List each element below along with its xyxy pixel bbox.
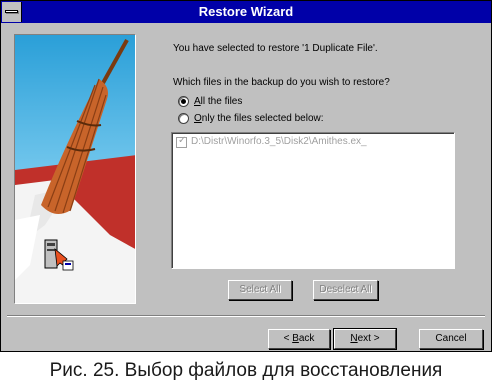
next-button[interactable]: Next > <box>333 328 397 350</box>
intro-text: You have selected to restore '1 Duplicat… <box>173 43 378 54</box>
select-all-button[interactable]: Select All <box>228 280 292 300</box>
file-list[interactable]: ✓ D:\Distr\Winorfo.3_5\Disk2\Amithes.ex_ <box>171 132 455 269</box>
file-checkbox[interactable]: ✓ <box>176 135 187 148</box>
radio-selected-files-control[interactable] <box>178 113 189 124</box>
window-title: Restore Wizard <box>198 4 294 19</box>
radio-selected-dot <box>181 99 186 104</box>
radio-selected-files-label[interactable]: Only the files selected below: <box>194 113 324 124</box>
footer-separator <box>7 315 485 317</box>
back-button[interactable]: < Back <box>268 329 330 349</box>
radio-all-files-control[interactable] <box>178 96 189 107</box>
cancel-button[interactable]: Cancel <box>419 329 483 349</box>
restore-wizard-window: Restore Wizard You have selected to rest… <box>0 0 492 352</box>
figure-caption: Рис. 25. Выбор файлов для восстановления <box>0 352 492 389</box>
wizard-illustration <box>14 34 136 304</box>
deselect-all-button[interactable]: Deselect All <box>313 280 378 300</box>
checkmark-icon: ✓ <box>178 135 187 146</box>
radio-all-files-label[interactable]: All the files <box>194 96 242 107</box>
file-path: D:\Distr\Winorfo.3_5\Disk2\Amithes.ex_ <box>191 136 367 147</box>
question-text: Which files in the backup do you wish to… <box>173 77 390 88</box>
title-bar[interactable]: Restore Wizard <box>1 1 491 23</box>
broom-illustration-icon <box>15 35 135 303</box>
